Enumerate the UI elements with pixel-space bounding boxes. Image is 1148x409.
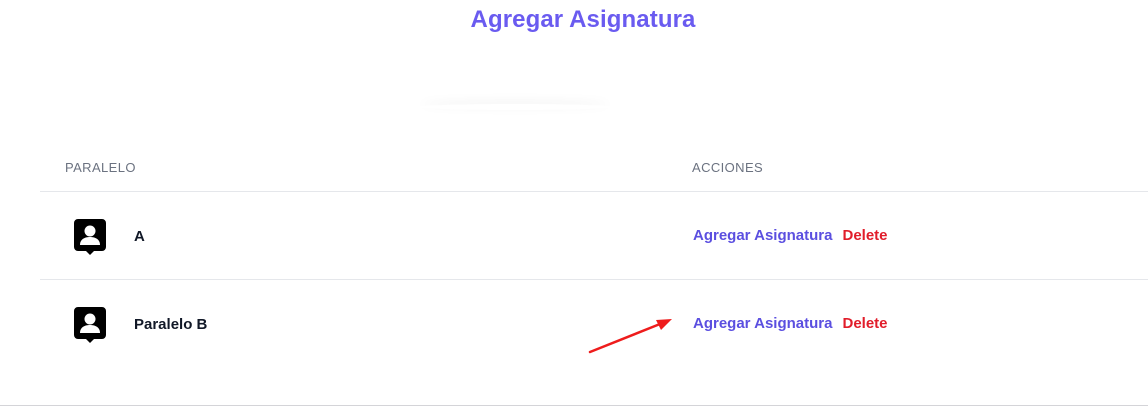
column-header-paralelo: PARALELO [65, 160, 136, 175]
column-header-acciones: ACCIONES [692, 160, 764, 175]
delete-link[interactable]: Delete [842, 315, 887, 332]
table-header: PARALELO ACCIONES [40, 140, 1148, 192]
delete-link[interactable]: Delete [842, 227, 887, 244]
bottom-divider [0, 405, 1148, 406]
contact-card-icon [74, 219, 106, 255]
paralelo-name: A [134, 228, 145, 245]
title-divider-shadow [420, 104, 610, 110]
agregar-asignatura-link[interactable]: Agregar Asignatura [693, 315, 832, 332]
row-actions: Agregar Asignatura Delete [693, 227, 888, 244]
red-arrow-icon [588, 319, 672, 354]
paralelo-name: Paralelo B [134, 316, 208, 333]
page-title: Agregar Asignatura [470, 6, 696, 33]
contact-card-icon [74, 307, 106, 343]
table-row: A Agregar Asignatura Delete [40, 192, 1148, 280]
row-actions: Agregar Asignatura Delete [693, 315, 888, 332]
page: Agregar Asignatura PARALELO ACCIONES A A… [0, 0, 1148, 409]
agregar-asignatura-link[interactable]: Agregar Asignatura [693, 227, 832, 244]
